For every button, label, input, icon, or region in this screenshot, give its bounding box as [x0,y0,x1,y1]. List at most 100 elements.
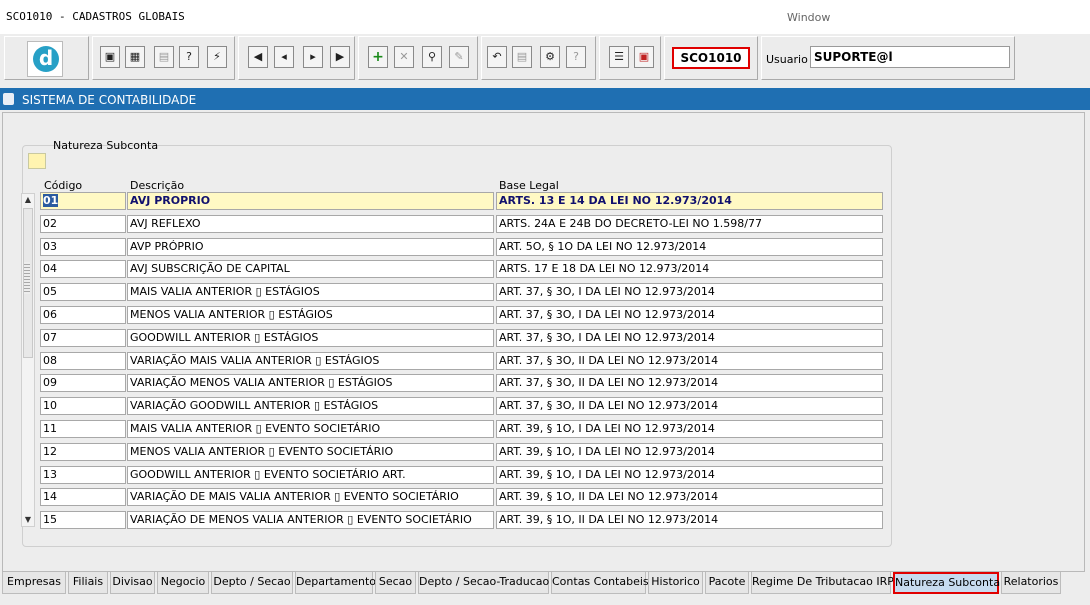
tab-empresas[interactable]: Empresas [2,572,66,594]
tab-pacote[interactable]: Pacote [705,572,749,594]
exit-icon[interactable]: ▣ [634,46,654,68]
delete-record-icon[interactable]: ✕ [394,46,414,68]
base-legal-cell[interactable]: ART. 37, § 3O, II DA LEI NO 12.973/2014 [496,397,883,415]
codigo-cell[interactable]: 11 [40,420,126,438]
query-help-icon[interactable]: ? [179,46,199,68]
window-menu[interactable]: Window [787,11,830,24]
descricao-cell[interactable]: MENOS VALIA ANTERIOR ▯ EVENTO SOCIETÁRIO [127,443,494,461]
user-field[interactable]: SUPORTE@l [810,46,1010,68]
scroll-grip [24,262,30,294]
descricao-cell[interactable]: MAIS VALIA ANTERIOR ▯ EVENTO SOCIETÁRIO [127,420,494,438]
tab-divisao[interactable]: Divisao [110,572,155,594]
previous-record-icon[interactable]: ◂ [274,46,294,68]
base-legal-cell[interactable]: ART. 37, § 3O, I DA LEI NO 12.973/2014 [496,283,883,301]
app-logo: d [27,41,63,77]
base-legal-cell[interactable]: ART. 5O, § 1O DA LEI NO 12.973/2014 [496,238,883,256]
base-legal-cell[interactable]: ARTS. 13 E 14 DA LEI NO 12.973/2014 [496,192,883,210]
next-record-icon[interactable]: ▸ [303,46,323,68]
descricao-cell[interactable]: GOODWILL ANTERIOR ▯ EVENTO SOCIETÁRIO AR… [127,466,494,484]
codigo-cell[interactable]: 08 [40,352,126,370]
codigo-cell[interactable]: 15 [40,511,126,529]
clear-record-icon[interactable]: ✎ [449,46,469,68]
codigo-cell[interactable]: 07 [40,329,126,347]
base-legal-cell[interactable]: ARTS. 17 E 18 DA LEI NO 12.973/2014 [496,260,883,278]
codigo-cell[interactable]: 10 [40,397,126,415]
tab-departamento[interactable]: Departamento [295,572,376,594]
window-title: SCO1010 - CADASTROS GLOBAIS [6,10,185,23]
section-icon [3,93,14,105]
descricao-cell[interactable]: VARIAÇÃO DE MAIS VALIA ANTERIOR ▯ EVENTO… [127,488,494,506]
base-legal-cell[interactable]: ART. 39, § 1O, II DA LEI NO 12.973/2014 [496,511,883,529]
help-icon[interactable]: ? [566,46,586,68]
base-legal-cell[interactable]: ART. 39, § 1O, II DA LEI NO 12.973/2014 [496,488,883,506]
print-icon[interactable]: ▤ [154,46,174,68]
tab-depto-secao-traducao[interactable]: Depto / Secao-Traducao [418,572,549,594]
codigo-cell[interactable]: 05 [40,283,126,301]
block-legend: Natureza Subconta [53,139,159,152]
descricao-cell[interactable]: GOODWILL ANTERIOR ▯ ESTÁGIOS [127,329,494,347]
descricao-cell[interactable]: VARIAÇÃO DE MENOS VALIA ANTERIOR ▯ EVENT… [127,511,494,529]
undo-icon[interactable]: ↶ [487,46,507,68]
toolbar: d ▣ ▦ ▤ ? ⚡ ◀ ◂ ▸ ▶ + ✕ ⚲ ✎ ↶ ▤ ⚙ ? ☰ ▣ … [0,34,1090,86]
descricao-cell[interactable]: AVJ SUBSCRIÇÃO DE CAPITAL [127,260,494,278]
tab-natureza-subconta[interactable]: Natureza Subconta [893,572,1000,594]
base-legal-cell[interactable]: ART. 39, § 1O, I DA LEI NO 12.973/2014 [496,420,883,438]
codigo-cell[interactable]: 06 [40,306,126,324]
title-bar: SCO1010 - CADASTROS GLOBAIS Window [0,0,1090,34]
codigo-cell[interactable]: 09 [40,374,126,392]
scroll-up-icon[interactable]: ▲ [22,194,34,206]
codigo-cell[interactable]: 12 [40,443,126,461]
tab-historico[interactable]: Historico [648,572,703,594]
base-legal-cell[interactable]: ART. 39, § 1O, I DA LEI NO 12.973/2014 [496,466,883,484]
insert-record-icon[interactable]: + [368,46,388,68]
descricao-cell[interactable]: VARIAÇÃO MENOS VALIA ANTERIOR ▯ ESTÁGIOS [127,374,494,392]
execute-query-icon[interactable]: ⚡ [207,46,227,68]
codigo-cell[interactable]: 04 [40,260,126,278]
section-header: SISTEMA DE CONTABILIDADE [0,88,1090,110]
base-legal-cell[interactable]: ART. 37, § 3O, I DA LEI NO 12.973/2014 [496,329,883,347]
descricao-cell[interactable]: AVJ REFLEXO [127,215,494,233]
menu-icon[interactable]: ☰ [609,46,629,68]
vertical-scrollbar[interactable]: ▲ ▼ [21,193,35,527]
logo-icon: d [33,46,59,72]
first-record-icon[interactable]: ◀ [248,46,268,68]
base-legal-cell[interactable]: ART. 37, § 3O, II DA LEI NO 12.973/2014 [496,352,883,370]
descricao-cell[interactable]: MAIS VALIA ANTERIOR ▯ ESTÁGIOS [127,283,494,301]
tab-secao[interactable]: Secao [375,572,416,594]
search-record-icon[interactable]: ⚲ [422,46,442,68]
tab-negocio[interactable]: Negocio [157,572,209,594]
tab-filiais[interactable]: Filiais [68,572,108,594]
user-label: Usuario [766,53,808,66]
column-header-descricao: Descrição [130,179,185,192]
clipboard-icon[interactable]: ▤ [512,46,532,68]
base-legal-cell[interactable]: ART. 39, § 1O, I DA LEI NO 12.973/2014 [496,443,883,461]
tab-relatorios[interactable]: Relatorios [1001,572,1061,594]
base-legal-cell[interactable]: ARTS. 24A E 24B DO DECRETO-LEI NO 1.598/… [496,215,883,233]
settings-icon[interactable]: ⚙ [540,46,560,68]
column-header-codigo: Código [44,179,83,192]
descricao-cell[interactable]: MENOS VALIA ANTERIOR ▯ ESTÁGIOS [127,306,494,324]
form-code-badge: SCO1010 [672,47,750,69]
descricao-cell[interactable]: VARIAÇÃO MAIS VALIA ANTERIOR ▯ ESTÁGIOS [127,352,494,370]
save-icon[interactable]: ▣ [100,46,120,68]
scroll-down-icon[interactable]: ▼ [22,514,34,526]
codigo-cell[interactable]: 01 [40,192,126,210]
tab-depto-secao[interactable]: Depto / Secao [211,572,293,594]
logo-group: d [4,36,89,80]
column-header-base-legal: Base Legal [499,179,559,192]
tab-regime-de-tributacao-irpj[interactable]: Regime De Tributacao IRPJ [751,572,897,594]
codigo-cell[interactable]: 13 [40,466,126,484]
base-legal-cell[interactable]: ART. 37, § 3O, II DA LEI NO 12.973/2014 [496,374,883,392]
descricao-cell[interactable]: AVJ PROPRIO [127,192,494,210]
descricao-cell[interactable]: VARIAÇÃO GOODWILL ANTERIOR ▯ ESTÁGIOS [127,397,494,415]
base-legal-cell[interactable]: ART. 37, § 3O, I DA LEI NO 12.973/2014 [496,306,883,324]
section-title: SISTEMA DE CONTABILIDADE [22,93,197,107]
codigo-cell[interactable]: 02 [40,215,126,233]
descricao-cell[interactable]: AVP PRÓPRIO [127,238,494,256]
last-record-icon[interactable]: ▶ [330,46,350,68]
window-icon[interactable]: ▦ [125,46,145,68]
indicator-box [28,153,46,169]
codigo-cell[interactable]: 14 [40,488,126,506]
codigo-cell[interactable]: 03 [40,238,126,256]
tab-contas-contabeis[interactable]: Contas Contabeis [551,572,649,594]
